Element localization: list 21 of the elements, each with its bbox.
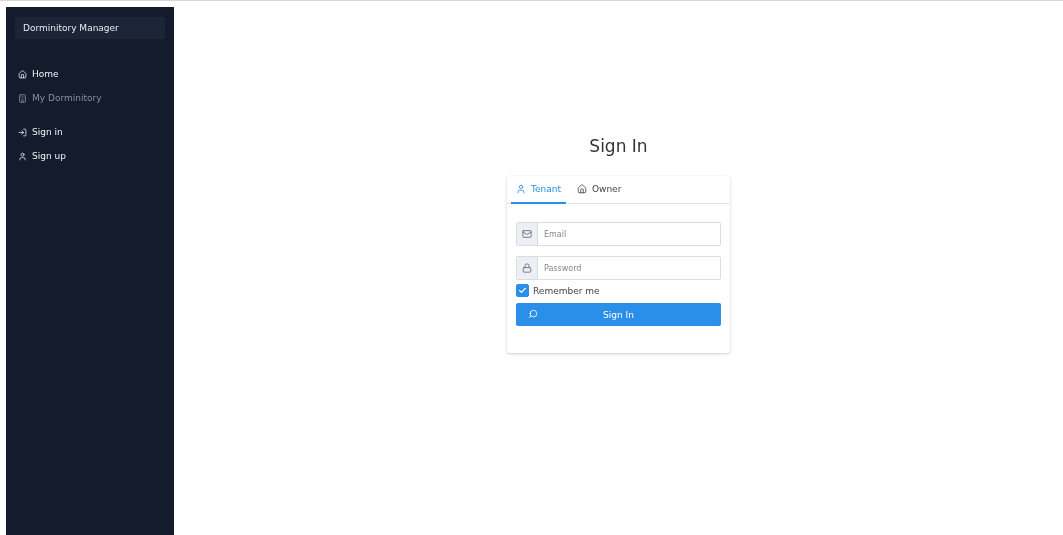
input-field[interactable]: Email — [516, 222, 721, 246]
building-icon — [18, 93, 27, 103]
checkmark-icon — [518, 286, 527, 295]
house-icon — [576, 184, 587, 194]
sidebar-item[interactable]: Home — [15, 67, 165, 81]
page-heading: Sign In — [589, 136, 648, 156]
input-field[interactable]: Password — [516, 256, 721, 280]
checkbox-label: Remember me — [533, 285, 600, 296]
login-icon — [18, 127, 27, 137]
tab[interactable]: Owner — [571, 176, 627, 204]
house-icon — [18, 69, 27, 79]
envelope-icon — [522, 229, 532, 239]
sidebar-item[interactable]: Sign up — [15, 149, 165, 163]
lock-icon — [522, 263, 532, 273]
user-icon — [516, 184, 526, 194]
search-icon — [528, 309, 538, 319]
checkbox[interactable] — [516, 284, 529, 297]
app-title: Dorminitory Manager — [15, 17, 165, 39]
user-icon — [18, 151, 27, 161]
tab[interactable]: Tenant — [511, 176, 566, 204]
sidebar-item[interactable]: Sign in — [15, 125, 165, 139]
